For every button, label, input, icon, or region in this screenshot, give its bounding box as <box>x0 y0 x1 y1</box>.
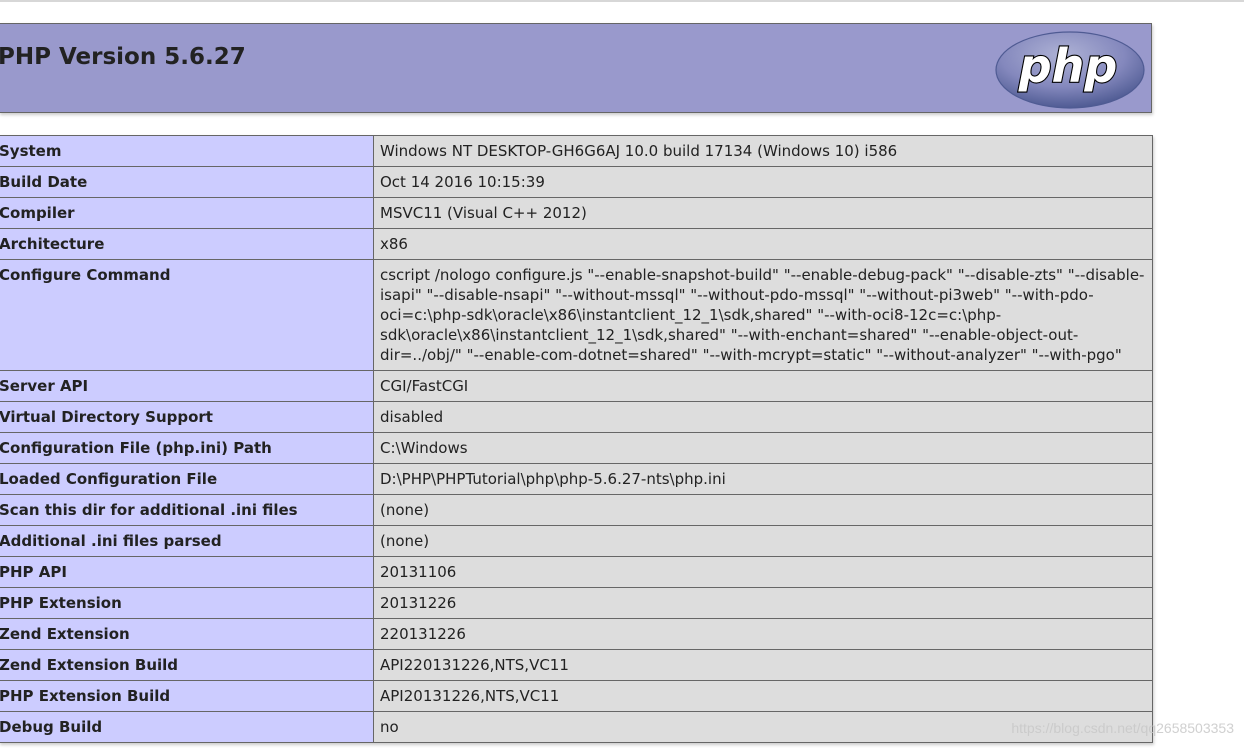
row-label: Server API <box>0 370 374 402</box>
info-row: PHP Extension 20131226 <box>0 587 1153 619</box>
row-value: 220131226 <box>373 618 1153 650</box>
row-label: Zend Extension <box>0 618 374 650</box>
row-value: C:\Windows <box>373 432 1153 464</box>
row-label: Compiler <box>0 197 374 229</box>
info-row: Scan this dir for additional .ini files(… <box>0 494 1153 526</box>
row-value: x86 <box>373 228 1153 260</box>
info-row: Zend Extension 220131226 <box>0 618 1153 650</box>
row-label: System <box>0 135 374 167</box>
row-value: (none) <box>373 494 1153 526</box>
row-value: API20131226,NTS,VC11 <box>373 680 1153 712</box>
row-label: Configure Command <box>0 259 374 371</box>
row-label: Debug Build <box>0 711 374 743</box>
info-row: Configure Command cscript /nologo configu… <box>0 259 1153 371</box>
row-label: PHP Extension Build <box>0 680 374 712</box>
php-version-header: PHP Version 5.6.27 php <box>0 23 1152 113</box>
info-row: Compiler MSVC11 (Visual C++ 2012) <box>0 197 1153 229</box>
row-value: cscript /nologo configure.js "--enable-s… <box>373 259 1153 371</box>
row-value: Windows NT DESKTOP-GH6G6AJ 10.0 build 17… <box>373 135 1153 167</box>
info-row: PHP Extension Build API20131226,NTS,VC11 <box>0 680 1153 712</box>
row-label: PHP Extension <box>0 587 374 619</box>
info-row: System Windows NT DESKTOP-GH6G6AJ 10.0 bu… <box>0 135 1153 167</box>
row-label: Loaded Configuration File <box>0 463 374 495</box>
info-row: Virtual Directory Support disabled <box>0 401 1153 433</box>
info-row: Architecture x86 <box>0 228 1153 260</box>
watermark: https://blog.csdn.net/qq2658503353 <box>1011 720 1234 736</box>
info-row: Additional .ini files parsed (none) <box>0 525 1153 557</box>
info-row: Server API CGI/FastCGI <box>0 370 1153 402</box>
top-divider <box>0 0 1244 2</box>
svg-text:php: php <box>1018 39 1118 93</box>
info-row: Loaded Configuration File D:\PHP\PHPTutor… <box>0 463 1153 495</box>
row-label: Additional .ini files parsed <box>0 525 374 557</box>
row-value: 20131106 <box>373 556 1153 588</box>
row-value: MSVC11 (Visual C++ 2012) <box>373 197 1153 229</box>
info-row: Build Date Oct 14 2016 10:15:39 <box>0 166 1153 198</box>
row-label: Architecture <box>0 228 374 260</box>
row-label: Build Date <box>0 166 374 198</box>
row-value: 20131226 <box>373 587 1153 619</box>
info-row: Zend Extension Build API220131226,NTS,VC1… <box>0 649 1153 681</box>
row-label: Virtual Directory Support <box>0 401 374 433</box>
row-value: CGI/FastCGI <box>373 370 1153 402</box>
row-value: Oct 14 2016 10:15:39 <box>373 166 1153 198</box>
page-title: PHP Version 5.6.27 <box>0 44 246 70</box>
row-label: PHP API <box>0 556 374 588</box>
php-info-table: System Windows NT DESKTOP-GH6G6AJ 10.0 bu… <box>0 135 1153 743</box>
php-logo[interactable]: php <box>994 30 1146 110</box>
row-label: Scan this dir for additional .ini files <box>0 494 374 526</box>
info-row: Debug Build no <box>0 711 1153 743</box>
row-value: API220131226,NTS,VC11 <box>373 649 1153 681</box>
row-value: disabled <box>373 401 1153 433</box>
row-value: (none) <box>373 525 1153 557</box>
row-label: Configuration File (php.ini) Path <box>0 432 374 464</box>
row-label: Zend Extension Build <box>0 649 374 681</box>
row-value: D:\PHP\PHPTutorial\php\php-5.6.27-nts\ph… <box>373 463 1153 495</box>
info-row: Configuration File (php.ini) Path C:\Wind… <box>0 432 1153 464</box>
info-row: PHP API 20131106 <box>0 556 1153 588</box>
